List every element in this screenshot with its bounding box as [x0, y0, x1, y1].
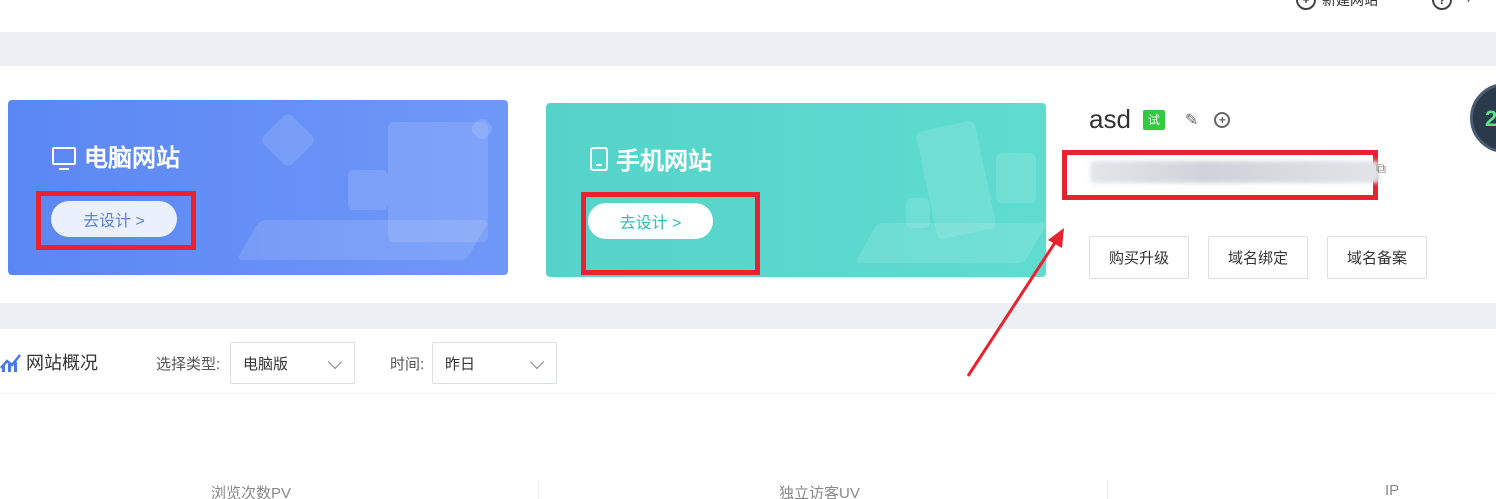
chevron-down-icon [529, 354, 545, 370]
annotation-box [36, 191, 196, 250]
domain-record-button[interactable]: 域名备案 [1327, 236, 1427, 279]
type-select[interactable]: 电脑版 [230, 342, 355, 384]
buy-upgrade-button[interactable]: 购买升级 [1089, 236, 1189, 279]
edit-icon[interactable]: ✎ [1185, 110, 1198, 130]
trial-badge: 试 [1142, 109, 1165, 130]
time-select[interactable]: 昨日 [432, 342, 557, 384]
mobile-site-title: 手机网站 [590, 141, 712, 176]
help-button[interactable]: ? ▾ [1432, 0, 1471, 10]
decor-shape [348, 170, 388, 210]
decor-shape [996, 153, 1036, 203]
site-info: asd 试 ✎ + [1089, 104, 1231, 135]
chevron-down-icon: ▾ [1466, 0, 1472, 6]
annotation-box [581, 192, 760, 275]
decor-shape [236, 220, 490, 260]
decor-shape [259, 111, 317, 169]
metric-divider [1107, 480, 1108, 499]
domain-bind-button[interactable]: 域名绑定 [1208, 236, 1308, 279]
overview-title: 网站概况 [0, 349, 98, 375]
copy-icon[interactable]: ⧉ [1376, 160, 1386, 177]
site-name: asd 试 ✎ + [1089, 104, 1231, 135]
plus-circle-icon[interactable]: + [1214, 111, 1231, 128]
pc-site-title: 电脑网站 [52, 138, 180, 173]
side-widget-glyph: 2 [1485, 106, 1496, 131]
overview-header: 网站概况 选择类型: 电脑版 时间: 昨日 [0, 329, 1496, 394]
tablet-icon [590, 146, 608, 171]
chevron-down-icon [327, 354, 343, 370]
decor-shape [854, 223, 1046, 263]
monitor-icon [52, 146, 76, 170]
metric-uv-label: 独立访客UV [779, 485, 860, 499]
decor-shape [906, 198, 930, 228]
question-circle-icon: ? [1432, 0, 1452, 10]
page-background-band [0, 303, 1496, 329]
type-label: 选择类型: [156, 356, 221, 373]
metric-ip-label: IP [1385, 482, 1400, 499]
top-bar: + 新建网站 ? ▾ [0, 0, 1496, 32]
time-label: 时间: [390, 356, 425, 373]
metric-divider [538, 480, 539, 499]
site-url-blurred[interactable] [1090, 161, 1380, 183]
line-chart-icon [0, 354, 21, 372]
page-background-band [0, 32, 1496, 66]
new-site-button[interactable]: + 新建网站 [1296, 0, 1378, 10]
metric-pv-label: 浏览次数PV [211, 485, 292, 499]
plus-circle-icon: + [1296, 0, 1316, 10]
new-site-label: 新建网站 [1322, 0, 1378, 8]
